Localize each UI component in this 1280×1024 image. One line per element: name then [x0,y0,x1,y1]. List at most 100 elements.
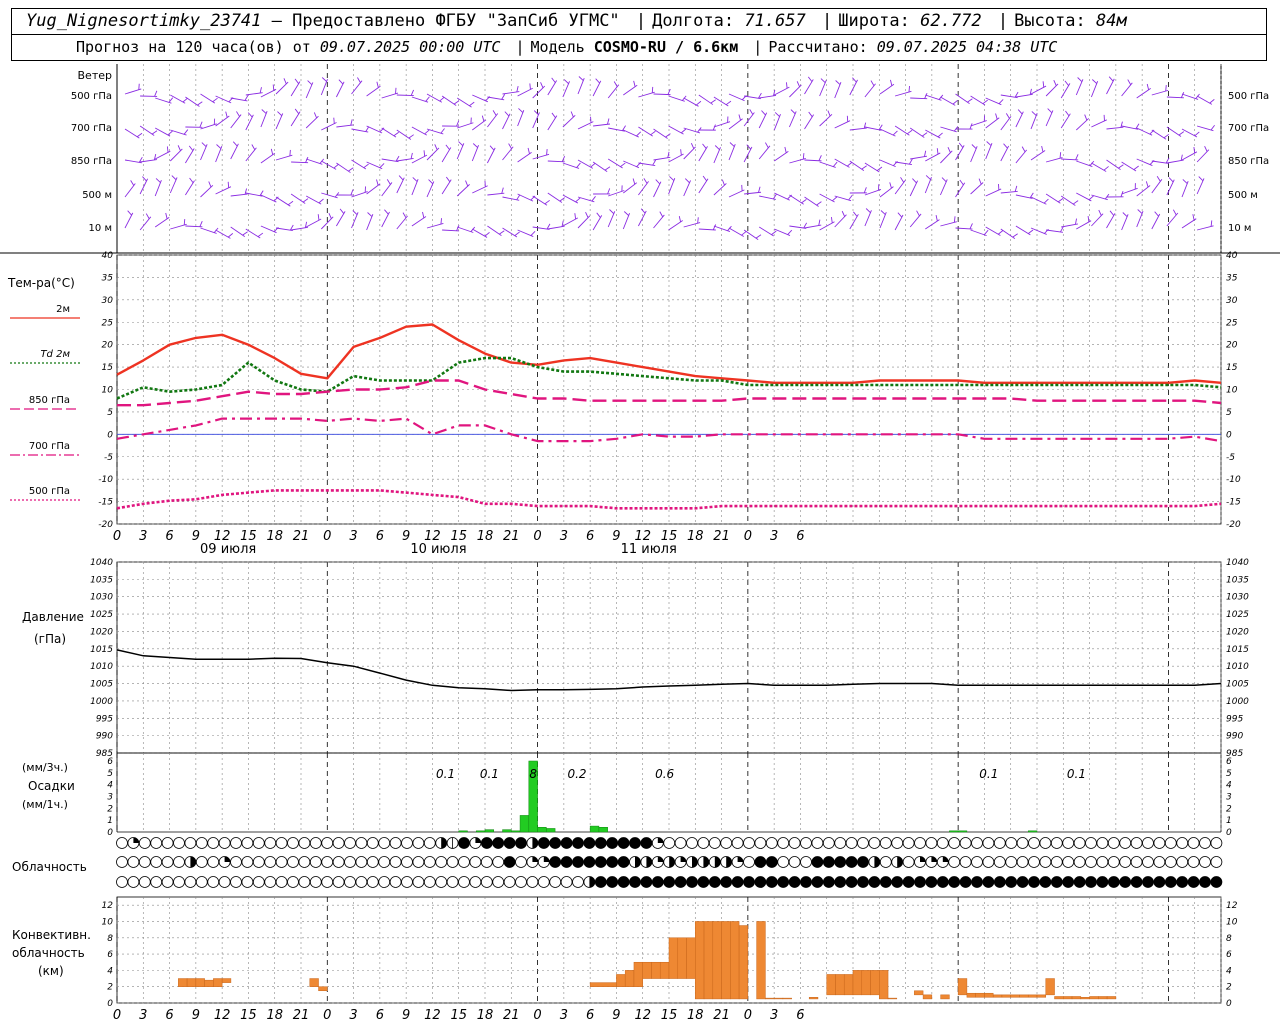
wind-barb-shaft [336,124,354,128]
cloud-symbol [1005,856,1018,868]
x-tick-label: 3 [349,1008,357,1023]
cloud-symbol [1164,837,1177,849]
wind-barb-flag [317,214,320,221]
wind-barb-flag [318,198,324,204]
x-tick-label: 0 [113,529,121,544]
y-tick-label-left: 25 [102,318,114,328]
wind-barb-flag [333,163,339,169]
cloud-symbol [515,856,527,868]
wind-barb-flag [1012,233,1018,238]
cloud-symbol [663,876,676,888]
cloud-symbol [435,856,448,868]
wind-barb-flag [544,199,550,205]
x-tick-label: 9 [402,529,410,544]
wind-barb-flag [1118,164,1124,169]
wind-barb-flag [786,82,788,89]
cloud-symbol [868,856,881,868]
cloud-symbol [127,837,140,849]
cloud-symbol [936,856,949,868]
cloud-symbol [993,837,1006,849]
cloud-symbol [207,856,220,868]
wind-barb-flag [741,231,747,236]
cloud-symbol [287,837,299,849]
conv-bar [765,997,775,1000]
cloud-symbol [1062,837,1075,849]
wind-barb-flag [925,175,931,180]
wind-barb-flag [1047,108,1053,114]
wind-barb-flag [516,85,519,93]
cloud-symbol [1062,856,1075,868]
conv-bar [686,937,696,979]
cloud-symbol [309,837,322,849]
wind-barb-shaft [185,180,195,196]
wind-barb-flag [208,181,212,188]
conv-bar [975,992,985,998]
x-tick-label: 18 [266,1008,283,1023]
wind-barb-flag [398,175,404,181]
x-tick-label: 6 [165,1008,173,1023]
cloud-symbol [321,856,334,868]
wind-barb-flag [818,155,822,161]
wind-barb-flag [986,141,992,146]
precip-unit3: (мм/3ч.) [22,761,68,774]
cloud-symbol [993,856,1006,868]
cloud-symbol [1187,837,1200,849]
cloud-symbol [982,837,995,849]
cloud-symbol [1210,837,1223,849]
wind-barb-flag [540,82,544,88]
wind-barb-shaft [819,114,833,127]
cloud-symbol [1039,876,1052,888]
wind-barb-flag [376,179,379,186]
x-tick-label: 3 [770,529,778,544]
wind-barb-flag [440,218,442,225]
wind-barb-flag [1168,177,1174,183]
cloud-symbol [275,856,288,868]
wind-barb-flag [636,131,642,137]
x-tick-label: 0 [533,1008,541,1023]
cloud-symbol [1005,837,1018,849]
wind-barb-shaft [819,161,836,168]
wind-barb-flag [1108,76,1114,82]
wind-barb-shaft [653,156,671,161]
wind-barb-flag [702,143,707,149]
cloud-symbol [127,876,140,888]
cloud-symbol [982,876,995,888]
wind-barb-shaft [1000,116,1012,131]
wind-barb-flag [912,178,917,184]
wind-barb-flag [130,180,135,186]
wind-barb-shaft [789,157,806,164]
precip-bar [458,830,468,833]
cloud-symbol [845,837,858,849]
wind-barb-flag [607,118,610,125]
wind-barb-flag [1172,209,1177,216]
cloud-symbol [811,856,824,868]
conv-bar [738,925,749,1000]
wind-barb-flag [667,151,670,158]
pressure-unit: (гПа) [34,632,66,646]
y-tick-label-left: 8 [107,934,113,944]
wind-barb-flag [613,81,618,87]
y-tick-label-right: 30 [1226,296,1238,306]
x-tick-label: 9 [192,1008,200,1023]
wind-barb-flag [1122,212,1128,217]
wind-barb-shaft [1106,159,1121,170]
cloud-symbol [435,837,448,849]
x-tick-label: 6 [376,529,384,544]
x-tick-label: 21 [713,529,730,544]
cloud-symbol [389,856,402,868]
wind-barb-flag [1145,181,1149,188]
wind-barb-shaft [744,191,762,195]
conv-bar [782,997,792,1000]
wind-barb-flag [969,223,973,230]
wind-barb-flag [1109,210,1115,216]
cloud-symbol [1085,856,1097,868]
wind-barb-flag [1053,80,1057,86]
x-tick-label: 0 [323,1008,331,1023]
legend-label: 500 гПа [29,486,70,497]
y-tick-label-left: 2 [107,983,113,993]
wind-barb-flag [576,162,581,168]
wind-barb-shaft [260,111,268,128]
cloud-symbol [560,837,573,849]
wind-barb-flag [529,83,531,90]
wind-barb-flag [590,162,596,168]
